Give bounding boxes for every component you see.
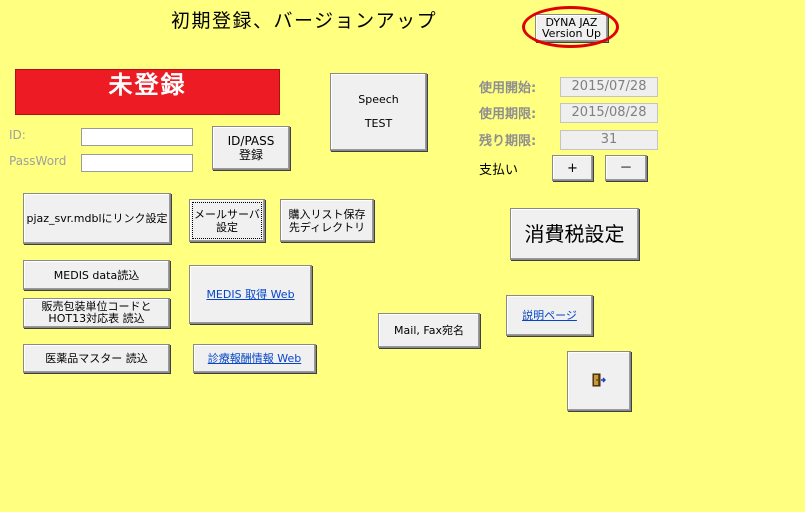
minus-label: －: [619, 160, 633, 176]
manual-page-label: 説明ページ: [522, 309, 577, 322]
id-pass-register-button[interactable]: ID/PASS 登録: [212, 126, 290, 170]
drug-master-label: 医薬品マスター 読込: [45, 352, 148, 365]
password-input[interactable]: [81, 154, 193, 172]
mail-fax-label: Mail, Fax宛名: [394, 324, 464, 337]
purchase-list-line2: 先ディレクトリ: [288, 220, 366, 234]
id-label: ID:: [9, 128, 26, 142]
remaining-label: 残り期限:: [479, 134, 537, 149]
speech-test-button[interactable]: Speech TEST: [330, 73, 427, 151]
register-line1: ID/PASS: [227, 134, 275, 148]
sales-code-line2: HOT13対応表 読込: [48, 312, 145, 325]
fee-info-web-button[interactable]: 診療報酬情報 Web: [193, 344, 316, 373]
manual-page-button[interactable]: 説明ページ: [506, 295, 593, 336]
plus-label: +: [567, 160, 578, 176]
id-input[interactable]: [81, 128, 193, 146]
link-settings-label: pjaz_svr.mdblにリンク設定: [26, 212, 168, 225]
speech-line2: TEST: [364, 117, 393, 130]
sales-code-hot13-button[interactable]: 販売包装単位コードと HOT13対応表 読込: [23, 298, 170, 328]
usage-expiry-label: 使用期限:: [479, 107, 537, 122]
link-settings-button[interactable]: pjaz_svr.mdblにリンク設定: [23, 193, 171, 244]
usage-start-label: 使用開始:: [479, 81, 537, 96]
medis-data-label: MEDIS data読込: [53, 268, 140, 282]
purchase-list-dir-button[interactable]: 購入リスト保存 先ディレクトリ: [280, 199, 374, 242]
payment-plus-button[interactable]: +: [552, 155, 593, 181]
payment-label: 支払い: [479, 163, 519, 178]
register-line2: 登録: [238, 148, 263, 162]
highlight-circle: [522, 6, 619, 48]
mail-server-line1: メールサーバ: [194, 207, 260, 221]
medis-web-button[interactable]: MEDIS 取得 Web: [189, 265, 312, 324]
mail-fax-address-button[interactable]: Mail, Fax宛名: [378, 313, 480, 348]
page-title: 初期登録、バージョンアップ: [171, 10, 438, 32]
status-banner: 未登録: [15, 69, 280, 115]
medis-data-load-button[interactable]: MEDIS data読込: [23, 260, 170, 290]
consumption-tax-label: 消費税設定: [524, 221, 625, 246]
usage-start-field: 2015/07/28: [560, 77, 658, 97]
drug-master-load-button[interactable]: 医薬品マスター 読込: [23, 344, 170, 373]
payment-minus-button[interactable]: －: [605, 155, 647, 181]
exit-button[interactable]: [567, 351, 631, 411]
mail-server-line2: 設定: [216, 220, 238, 234]
medis-web-label: MEDIS 取得 Web: [206, 288, 295, 301]
exit-door-icon: [592, 373, 606, 390]
mail-server-settings-button[interactable]: メールサーバ 設定: [189, 199, 265, 242]
usage-expiry-field: 2015/08/28: [560, 103, 658, 123]
password-label: PassWord: [9, 154, 67, 168]
fee-info-web-label: 診療報酬情報 Web: [207, 352, 302, 365]
consumption-tax-button[interactable]: 消費税設定: [510, 208, 639, 260]
remaining-field: 31: [560, 130, 658, 150]
purchase-list-line1: 購入リスト保存: [288, 207, 366, 221]
speech-line1: Speech: [358, 93, 399, 106]
